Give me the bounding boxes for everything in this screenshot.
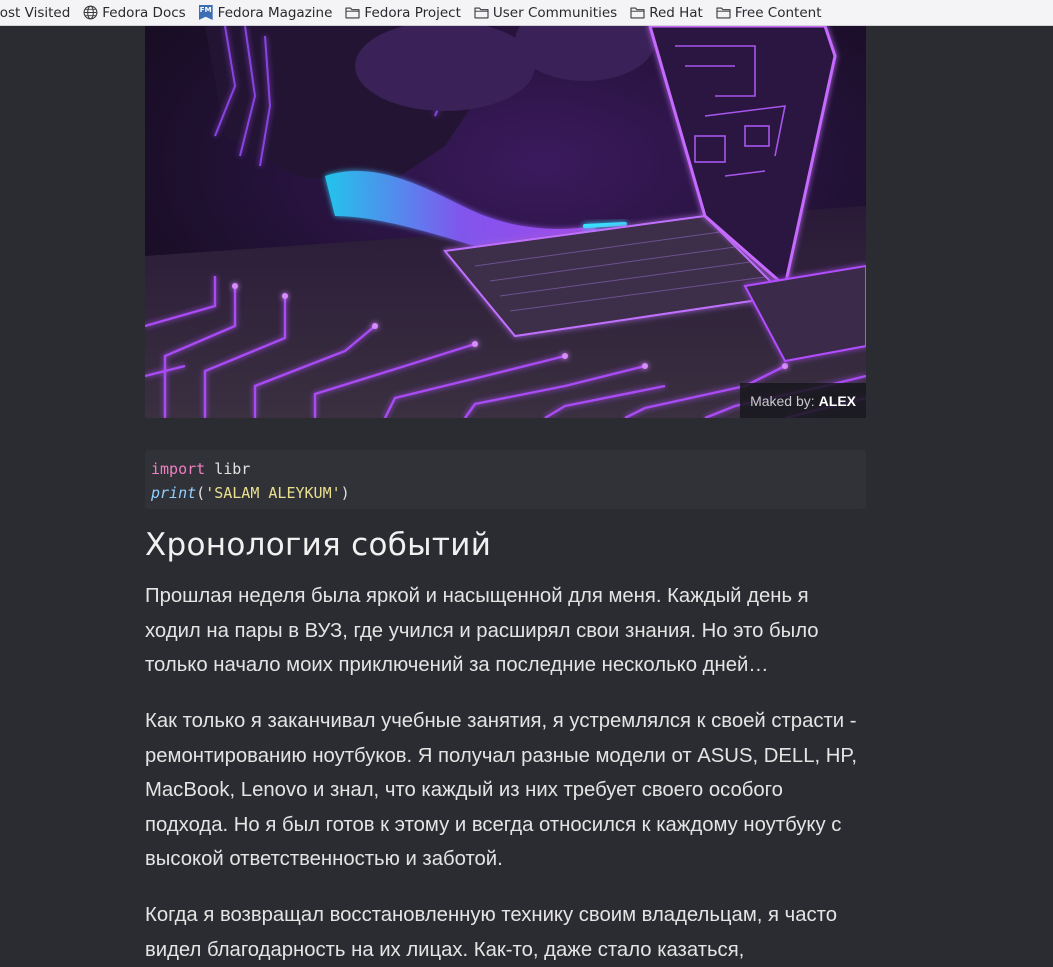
- fedora-magazine-icon: FM: [198, 5, 213, 20]
- caption-author: ALEX: [818, 392, 856, 409]
- bookmark-label: User Communities: [492, 4, 618, 21]
- globe-icon: [83, 5, 98, 20]
- bookmark-user-communities[interactable]: User Communities: [474, 2, 617, 24]
- bookmark-label: Red Hat: [649, 4, 703, 21]
- code-paren: ): [340, 484, 350, 502]
- bookmark-label: Free Content: [734, 4, 822, 21]
- code-keyword: import: [151, 460, 206, 478]
- folder-icon: [716, 7, 731, 19]
- code-text: libr: [205, 460, 251, 478]
- folder-icon: [345, 7, 360, 19]
- article-paragraph: Когда я возвращал восстановленную техник…: [145, 904, 837, 961]
- folder-icon: [474, 7, 489, 19]
- article-paragraph: Как только я заканчивал учебные занятия,…: [145, 710, 857, 871]
- folder-icon: [630, 7, 645, 19]
- code-function: print: [151, 484, 197, 502]
- bookmark-label: Fedora Magazine: [217, 4, 333, 21]
- bookmark-label: Fedora Project: [364, 4, 461, 21]
- bookmark-label: Fedora Docs: [102, 4, 186, 21]
- bookmark-fedora-project[interactable]: Fedora Project: [345, 2, 461, 24]
- bookmark-red-hat[interactable]: Red Hat: [630, 2, 703, 24]
- code-line: print('SALAM ALEYKUM'): [151, 481, 866, 505]
- image-caption: Maked by: ALEX: [740, 383, 866, 418]
- code-string: 'SALAM ALEYKUM': [205, 484, 341, 502]
- caption-prefix: Maked by:: [750, 392, 815, 409]
- section-heading: Хронология событий: [145, 527, 492, 563]
- hero-image: Maked by: ALEX: [145, 26, 866, 418]
- bookmark-most-visited[interactable]: lost Visited: [0, 2, 70, 24]
- bookmark-fedora-magazine[interactable]: FM Fedora Magazine: [198, 2, 333, 24]
- bookmark-fedora-docs[interactable]: Fedora Docs: [83, 2, 186, 24]
- code-line: import libr: [151, 457, 866, 481]
- article-paragraph: Прошлая неделя была яркой и насыщенной д…: [145, 585, 819, 677]
- code-block: import libr print('SALAM ALEYKUM'): [145, 450, 866, 509]
- bookmarks-toolbar: lost Visited Fedora Docs FM Fedora Magaz…: [0, 0, 1053, 26]
- code-paren: (: [196, 484, 206, 502]
- bookmark-label: lost Visited: [0, 4, 71, 21]
- bookmark-free-content[interactable]: Free Content: [716, 2, 822, 24]
- neon-laptop-illustration: [145, 26, 866, 418]
